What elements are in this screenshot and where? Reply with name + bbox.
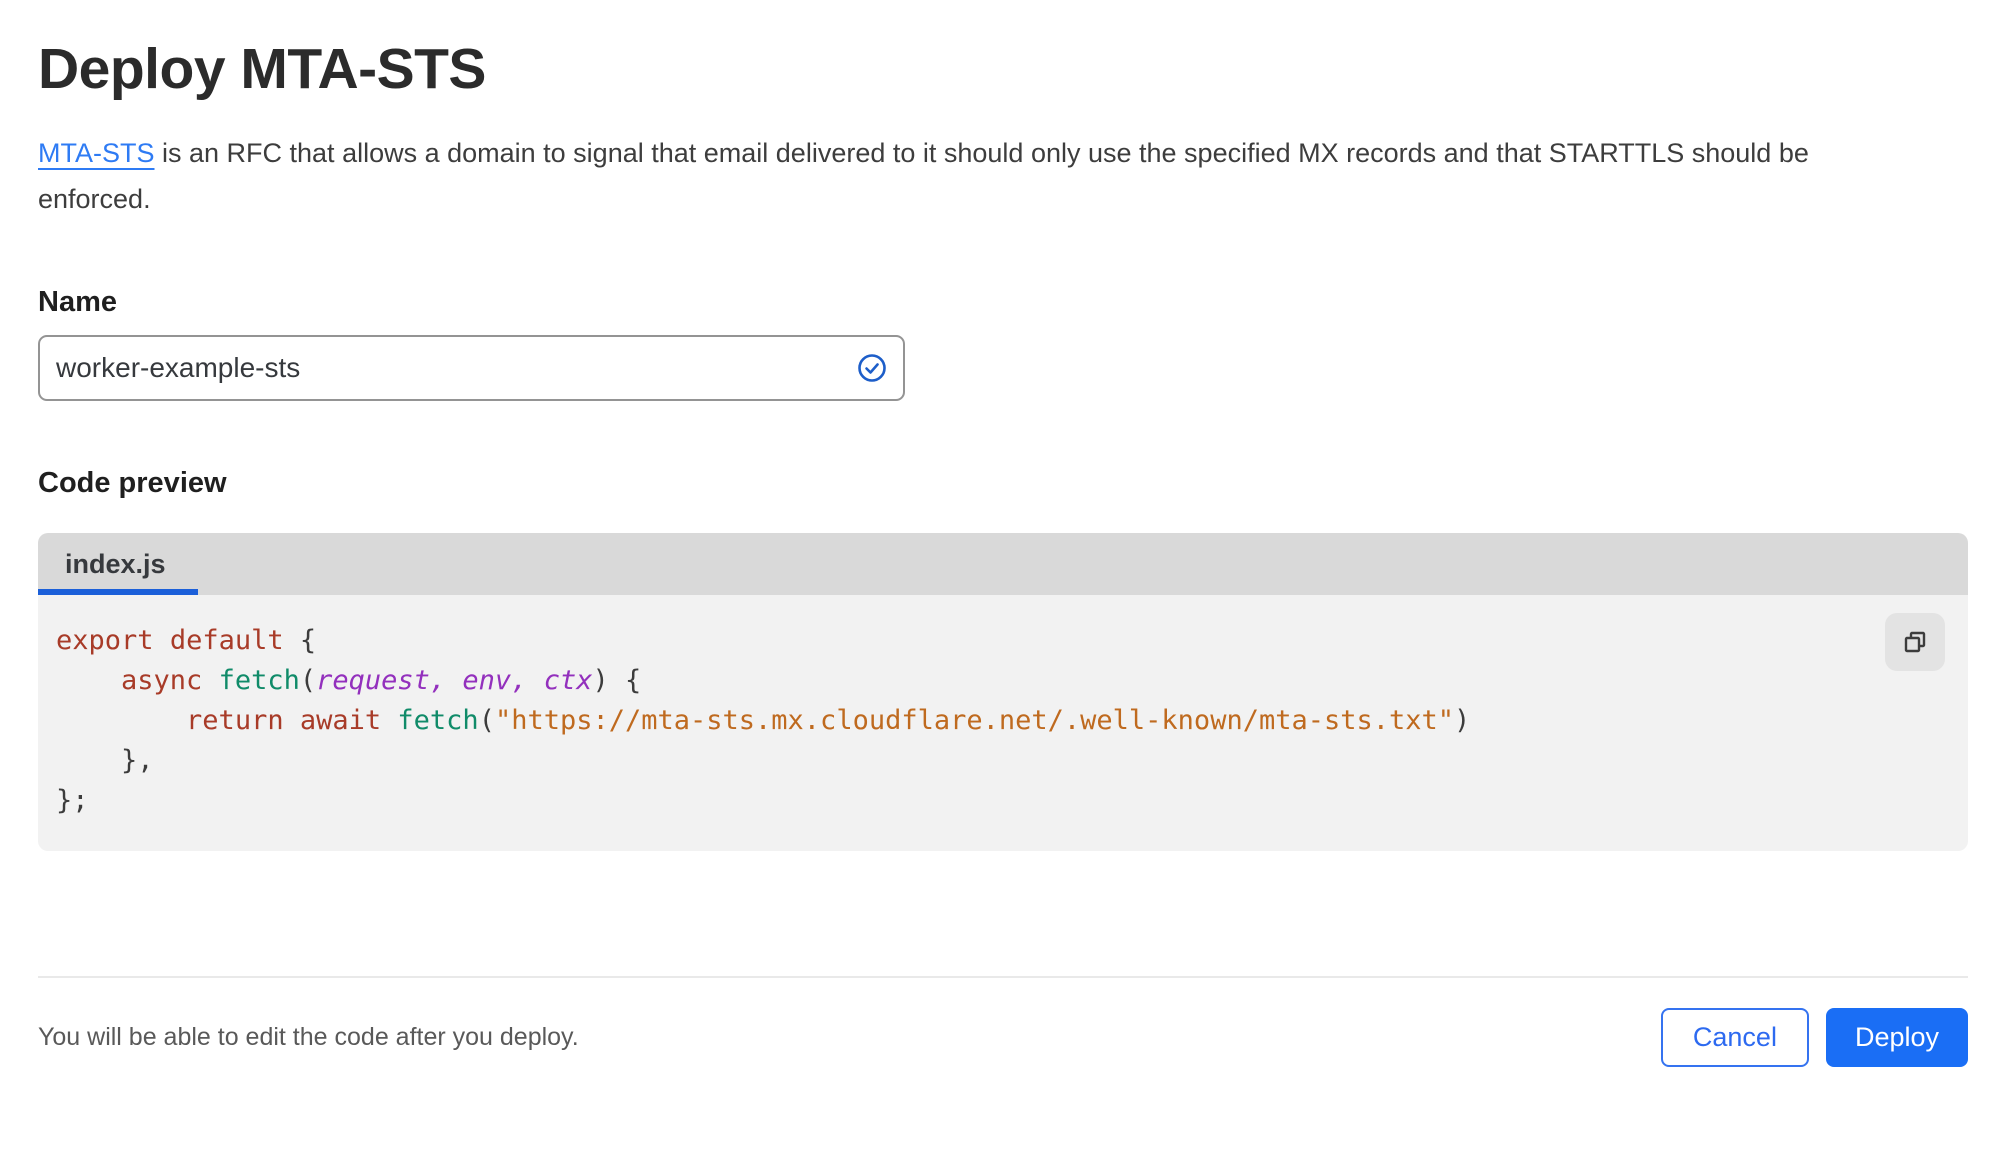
- copy-code-button[interactable]: [1885, 613, 1945, 671]
- description: MTA-STS is an RFC that allows a domain t…: [38, 130, 1918, 222]
- code-line: },: [56, 745, 154, 776]
- mta-sts-link[interactable]: MTA-STS: [38, 138, 155, 168]
- copy-icon: [1902, 629, 1928, 655]
- code-preview-panel: index.js export default { async fetch(re…: [38, 533, 1968, 851]
- check-circle-icon: [857, 353, 887, 383]
- name-input[interactable]: [38, 335, 905, 401]
- description-text: is an RFC that allows a domain to signal…: [38, 138, 1809, 214]
- cancel-button[interactable]: Cancel: [1660, 1008, 1809, 1067]
- tab-index-js[interactable]: index.js: [38, 533, 198, 595]
- name-input-wrap: [38, 335, 905, 401]
- code-content: export default { async fetch(request, en…: [38, 595, 1968, 851]
- footer: You will be able to edit the code after …: [38, 1008, 1968, 1067]
- footer-note: You will be able to edit the code after …: [38, 1023, 579, 1051]
- code-line: export default {: [56, 625, 317, 656]
- footer-divider: [38, 976, 1968, 978]
- code-line: };: [56, 785, 89, 816]
- code-preview-label: Code preview: [38, 467, 227, 499]
- deploy-button[interactable]: Deploy: [1825, 1008, 1968, 1067]
- tab-label: index.js: [65, 548, 166, 579]
- footer-actions: Cancel Deploy: [1660, 1008, 1968, 1067]
- code-line: async fetch(request, env, ctx) {: [121, 665, 642, 696]
- deploy-mta-sts-page: Deploy MTA-STS MTA-STS is an RFC that al…: [0, 36, 1999, 1067]
- code-line: return await fetch("https://mta-sts.mx.c…: [186, 705, 1471, 736]
- name-label: Name: [38, 286, 117, 318]
- page-title: Deploy MTA-STS: [38, 37, 486, 101]
- code-tab-bar: index.js: [38, 533, 1968, 595]
